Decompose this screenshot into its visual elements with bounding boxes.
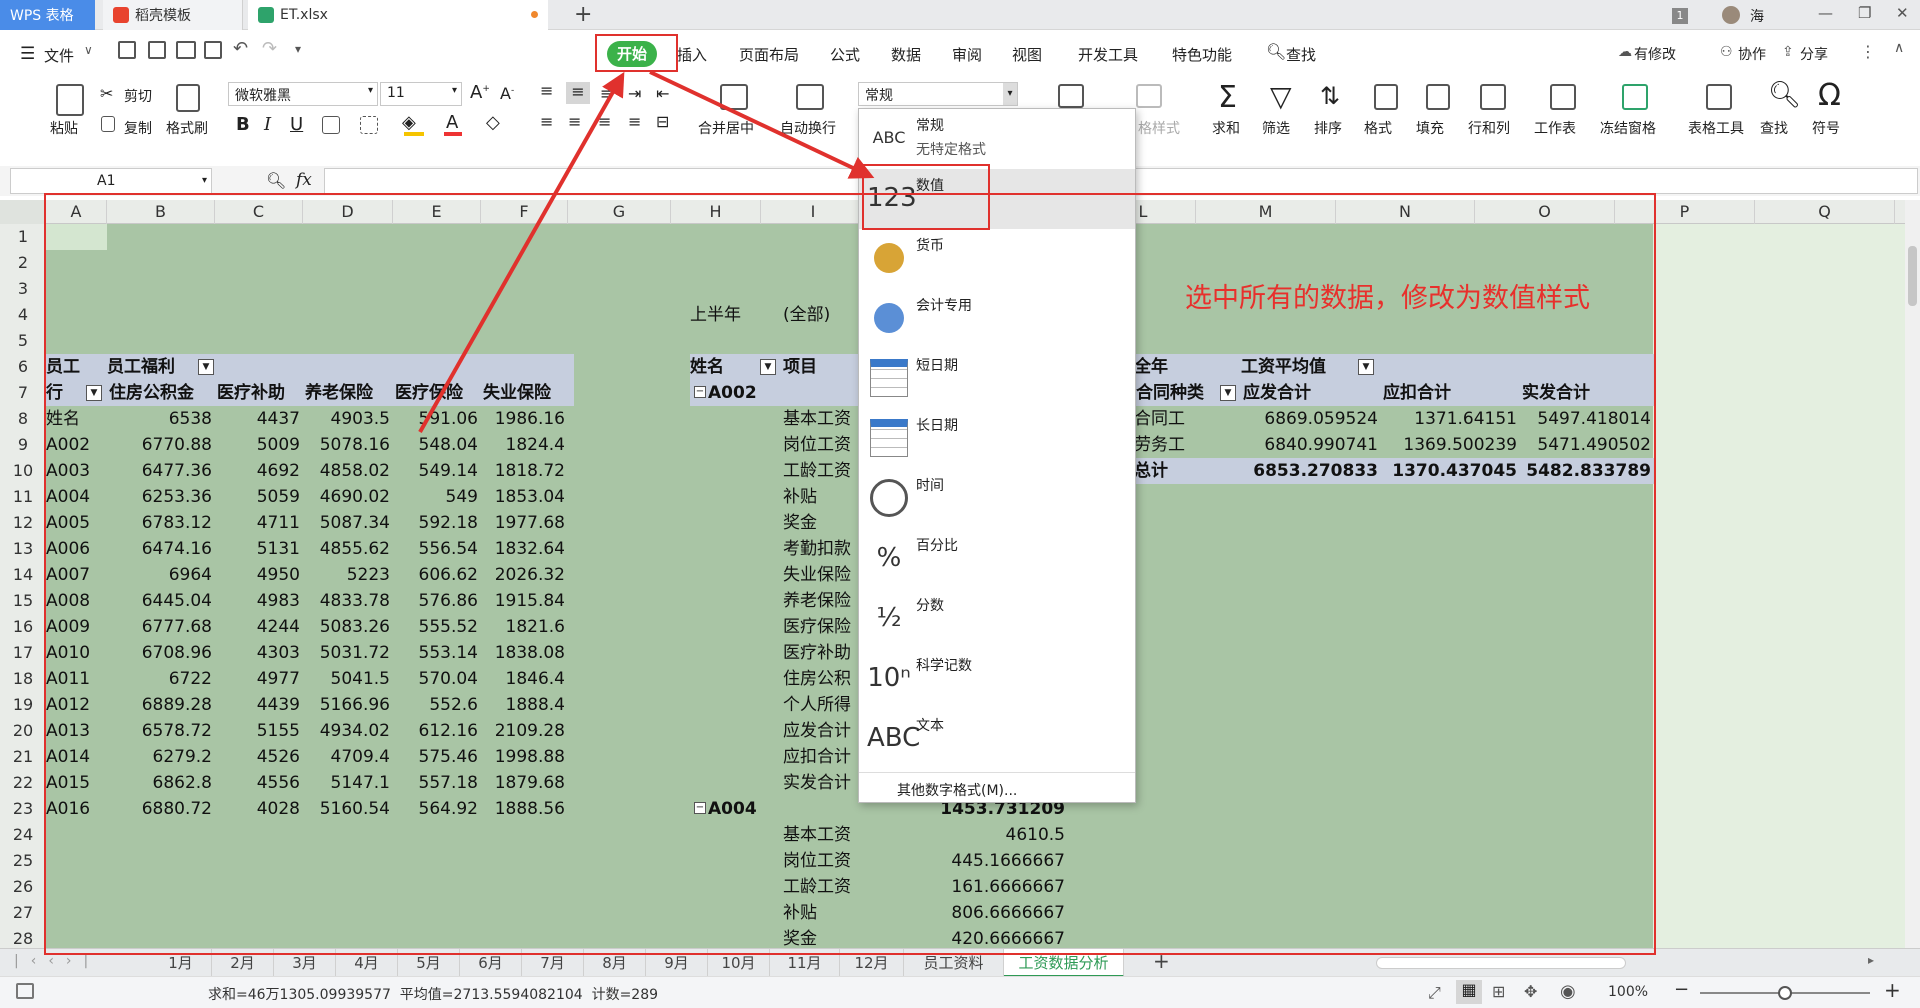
annotation-note: 选中所有的数据，修改为数值样式 — [1185, 283, 1590, 314]
arrow-to-numeric — [649, 70, 875, 179]
annotation-arrows — [418, 70, 875, 433]
arrow-to-home — [418, 71, 625, 433]
